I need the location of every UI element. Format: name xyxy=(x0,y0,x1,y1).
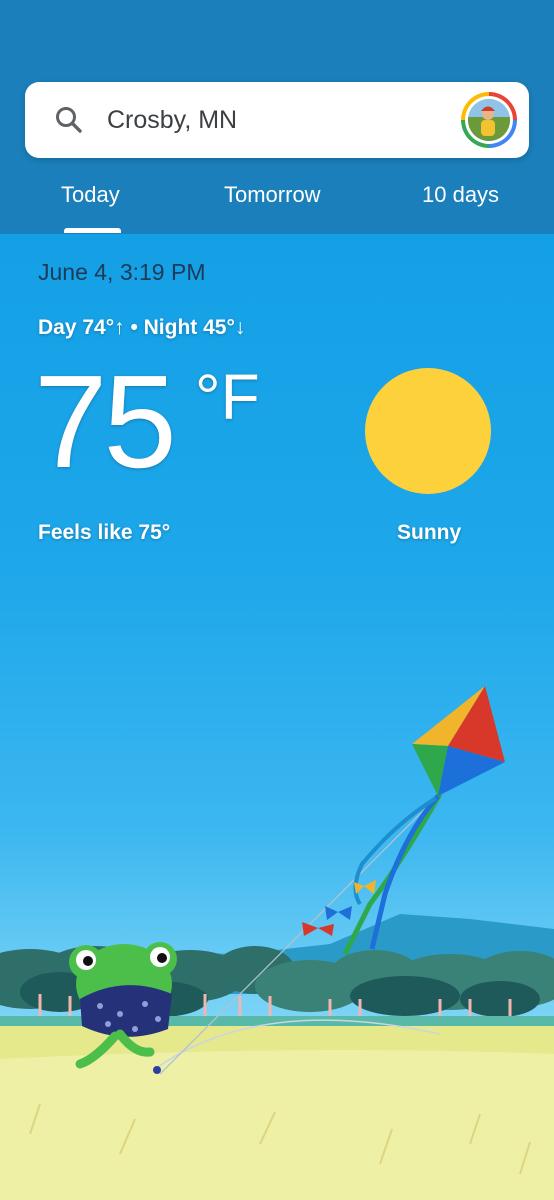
search-icon[interactable] xyxy=(53,104,85,136)
feels-like: Feels like 75° xyxy=(38,521,171,544)
weather-condition: Sunny xyxy=(397,521,462,544)
sun-icon xyxy=(365,368,491,494)
forecast-tabs: Today Tomorrow 10 days xyxy=(0,172,554,234)
current-temperature: 75 xyxy=(34,348,177,495)
tab-today[interactable]: Today xyxy=(61,182,120,208)
frog-kite-illustration xyxy=(0,686,554,1200)
weather-panel: June 4, 3:19 PM Day 74°↑ • Night 45°↓ 75… xyxy=(0,234,554,1200)
location-text[interactable]: Crosby, MN xyxy=(107,104,237,136)
current-datetime: June 4, 3:19 PM xyxy=(38,259,206,285)
temperature-unit[interactable]: °F xyxy=(195,362,260,432)
selected-tab-indicator xyxy=(64,228,121,233)
header-bar: Crosby, MN Today Tomorrow 10 days xyxy=(0,0,554,234)
account-avatar[interactable] xyxy=(461,92,517,148)
tab-tomorrow[interactable]: Tomorrow xyxy=(224,182,321,208)
avatar-icon xyxy=(468,99,510,141)
search-bar[interactable]: Crosby, MN xyxy=(25,82,529,158)
tab-10-days[interactable]: 10 days xyxy=(422,182,499,208)
day-night-temps: Day 74°↑ • Night 45°↓ xyxy=(38,316,246,339)
